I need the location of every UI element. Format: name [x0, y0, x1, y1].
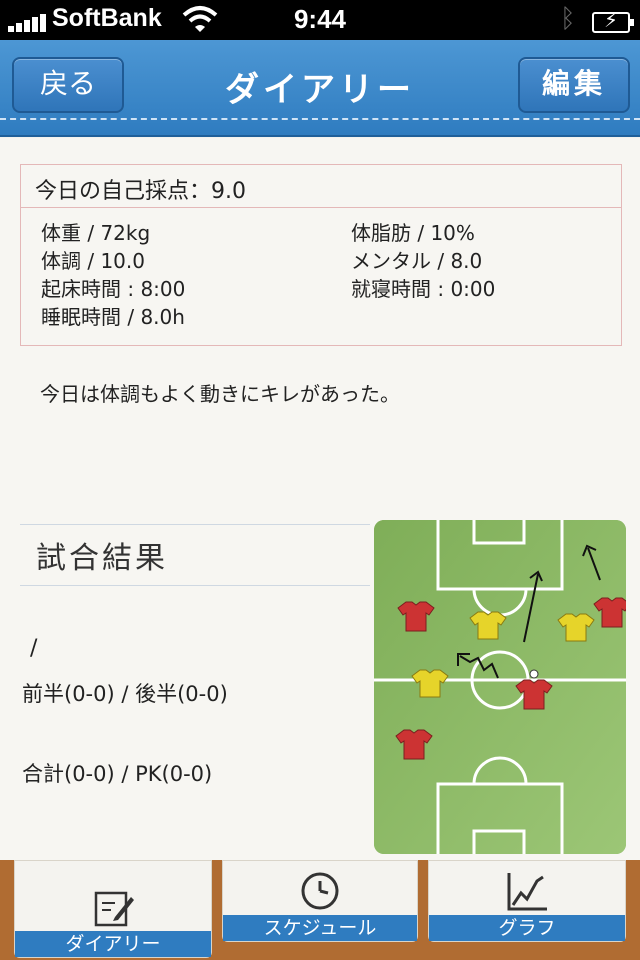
chart-icon [507, 873, 547, 911]
sleep-time-value: 就寝時間 : 0:00 [351, 277, 496, 301]
condition-value: 体調 / 10.0 [41, 249, 145, 273]
sleep-hours-value: 睡眠時間 / 8.0h [41, 305, 185, 329]
divider-line [20, 524, 370, 525]
tab-graph[interactable]: グラフ [428, 860, 626, 942]
score-header-text: 今日の自己採点：9.0 [35, 179, 246, 204]
body-fat-value: 体脂肪 / 10% [351, 221, 475, 245]
status-time: 9:44 [293, 4, 347, 34]
tab-diary[interactable]: ダイアリー [14, 860, 212, 958]
half-scores: 前半(0-0) / 後半(0-0) [22, 682, 228, 706]
pitch-drawing [374, 520, 626, 854]
tab-bar: ダイアリー スケジュール グラフ [0, 860, 640, 960]
total-score: 合計(0-0) / PK(0-0) [22, 762, 213, 786]
wake-time-value: 起床時間 : 8:00 [41, 277, 186, 301]
formation-pitch[interactable] [374, 520, 626, 854]
tab-diary-label: ダイアリー [15, 931, 211, 957]
diary-memo: 今日は体調もよく動きにキレがあった。 [40, 382, 400, 406]
edit-button[interactable]: 編集 [518, 57, 630, 113]
battery-icon: ⚡ [592, 8, 634, 33]
score-header: 今日の自己採点：9.0 [21, 165, 621, 208]
match-result-title: 試合結果 [36, 541, 168, 576]
bluetooth-icon: ᛒ [560, 4, 576, 34]
status-bar: SoftBank 9:44 ᛒ ⚡ [0, 0, 640, 40]
self-score-box: 今日の自己採点：9.0 体重 / 72kg 体脂肪 / 10% 体調 / 10.… [20, 164, 622, 346]
mental-value: メンタル / 8.0 [351, 249, 483, 273]
clock-icon [301, 872, 339, 910]
weight-value: 体重 / 72kg [41, 221, 151, 245]
match-opponent: / [30, 636, 38, 661]
diary-icon [94, 891, 134, 927]
tab-schedule-label: スケジュール [223, 915, 417, 941]
navigation-bar: 戻る ダイアリー 編集 [0, 40, 640, 137]
stitch-divider [0, 118, 640, 120]
tab-schedule[interactable]: スケジュール [222, 860, 418, 942]
divider-line [20, 585, 370, 586]
diary-content: 今日の自己採点：9.0 体重 / 72kg 体脂肪 / 10% 体調 / 10.… [0, 138, 640, 860]
tab-graph-label: グラフ [429, 915, 625, 941]
